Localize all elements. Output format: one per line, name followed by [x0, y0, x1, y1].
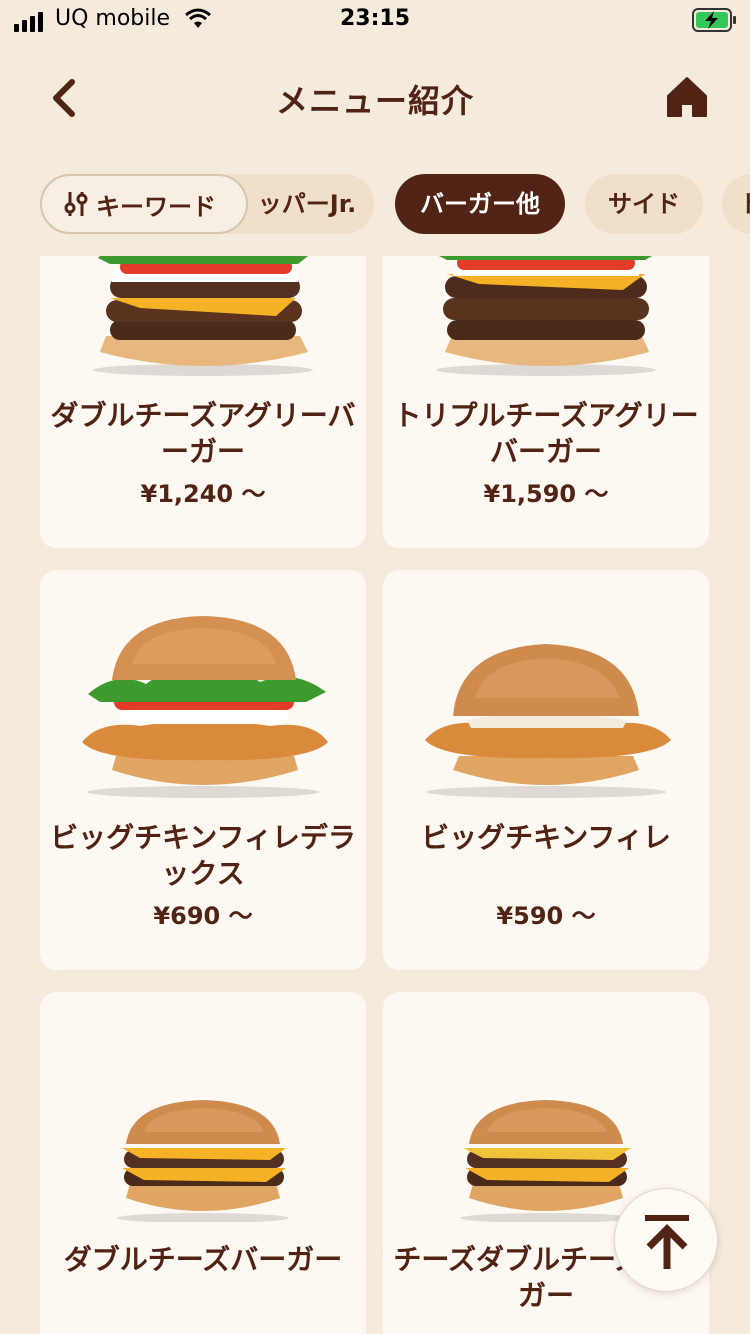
burger-image: [436, 256, 656, 376]
tab-burgers-other[interactable]: バーガー他: [395, 174, 565, 234]
burger-image: [425, 644, 671, 798]
page-title: メニュー紹介: [275, 82, 474, 120]
arrow-up-to-top-icon: [645, 1215, 689, 1269]
burger-image: [93, 256, 313, 376]
burger-image: [117, 1100, 289, 1222]
menu-item-price: ¥690 ～: [153, 902, 253, 930]
status-time: 23:15: [339, 6, 411, 31]
menu-card[interactable]: ダブルチーズアグリーバーガー ¥1,240 ～: [40, 256, 366, 548]
menu-item-price: ¥1,240 ～: [140, 480, 266, 508]
tab-drink[interactable]: ド: [722, 174, 750, 234]
battery-charging-icon: [692, 8, 736, 32]
menu-item-name: ビッグチキンフィレデラックス: [50, 821, 356, 890]
menu-card[interactable]: トリプルチーズアグリーバーガー ¥1,590 ～: [383, 256, 709, 548]
menu-item-price: ¥590 ～: [496, 902, 596, 930]
keyword-label: キーワード: [96, 192, 216, 221]
menu-item-name: ダブルチーズバーガー: [63, 1243, 343, 1276]
home-icon[interactable]: [664, 74, 710, 120]
burger-image: [82, 616, 328, 798]
tab-side[interactable]: サイド: [585, 174, 703, 234]
menu-item-name: ビッグチキンフィレ: [421, 821, 671, 854]
keyword-search-button[interactable]: キーワード: [40, 174, 248, 234]
menu-item-price: ¥1,590 ～: [483, 480, 609, 508]
menu-card[interactable]: ダブルチーズバーガー: [40, 992, 366, 1334]
menu-item-name: トリプルチーズアグリーバーガー: [393, 399, 699, 468]
menu-card[interactable]: ビッグチキンフィレ ¥590 ～: [383, 570, 709, 970]
menu-item-name: ダブルチーズアグリーバーガー: [50, 399, 356, 468]
scroll-to-top-button[interactable]: [614, 1188, 718, 1292]
menu-grid: ダブルチーズアグリーバーガー ¥1,240 ～ トリプルチーズアグリーバーガー …: [0, 256, 750, 1334]
menu-card[interactable]: ビッグチキンフィレデラックス ¥690 ～: [40, 570, 366, 970]
navigation-bar: メニュー紹介: [0, 60, 750, 140]
sliders-icon: [64, 192, 88, 216]
status-bar: UQ mobile 23:15: [0, 0, 750, 40]
